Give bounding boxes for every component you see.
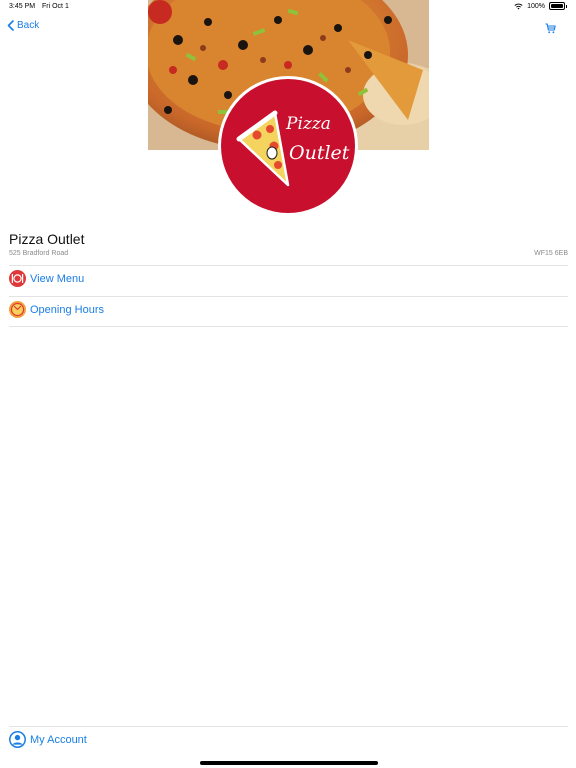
back-button[interactable]: Back	[7, 20, 39, 31]
store-postcode: WF15 6EB	[534, 250, 568, 257]
battery-percent: 100%	[527, 2, 545, 10]
status-date: Fri Oct 1	[42, 3, 69, 10]
divider	[9, 265, 568, 266]
store-name: Pizza Outlet	[9, 231, 85, 247]
view-menu-label: View Menu	[30, 272, 85, 285]
clock-icon	[9, 301, 26, 318]
user-circle-icon	[9, 731, 26, 748]
view-menu-row[interactable]: View Menu	[9, 270, 84, 287]
status-time: 3:45 PM	[9, 3, 36, 10]
logo-text-pizza: Pizza	[285, 114, 331, 134]
divider	[9, 296, 568, 297]
home-indicator	[200, 761, 378, 765]
store-logo: Pizza Outlet	[217, 75, 359, 217]
opening-hours-label: Opening Hours	[30, 303, 104, 316]
wifi-icon	[514, 3, 523, 9]
cart-icon	[545, 23, 556, 34]
battery-icon	[549, 2, 565, 10]
cart-button[interactable]	[545, 21, 556, 39]
my-account-row[interactable]: My Account	[9, 731, 87, 748]
status-right: 100%	[514, 2, 567, 10]
plate-cutlery-icon	[9, 270, 26, 287]
opening-hours-row[interactable]: Opening Hours	[9, 301, 104, 318]
back-label: Back	[17, 20, 40, 31]
chevron-left-icon	[7, 20, 14, 31]
store-address: 525 Bradford Road	[9, 250, 69, 257]
divider	[9, 326, 568, 327]
battery-cap	[566, 4, 567, 8]
my-account-label: My Account	[30, 733, 87, 746]
footer-divider	[9, 726, 568, 727]
logo-text-outlet: Outlet	[289, 142, 350, 164]
